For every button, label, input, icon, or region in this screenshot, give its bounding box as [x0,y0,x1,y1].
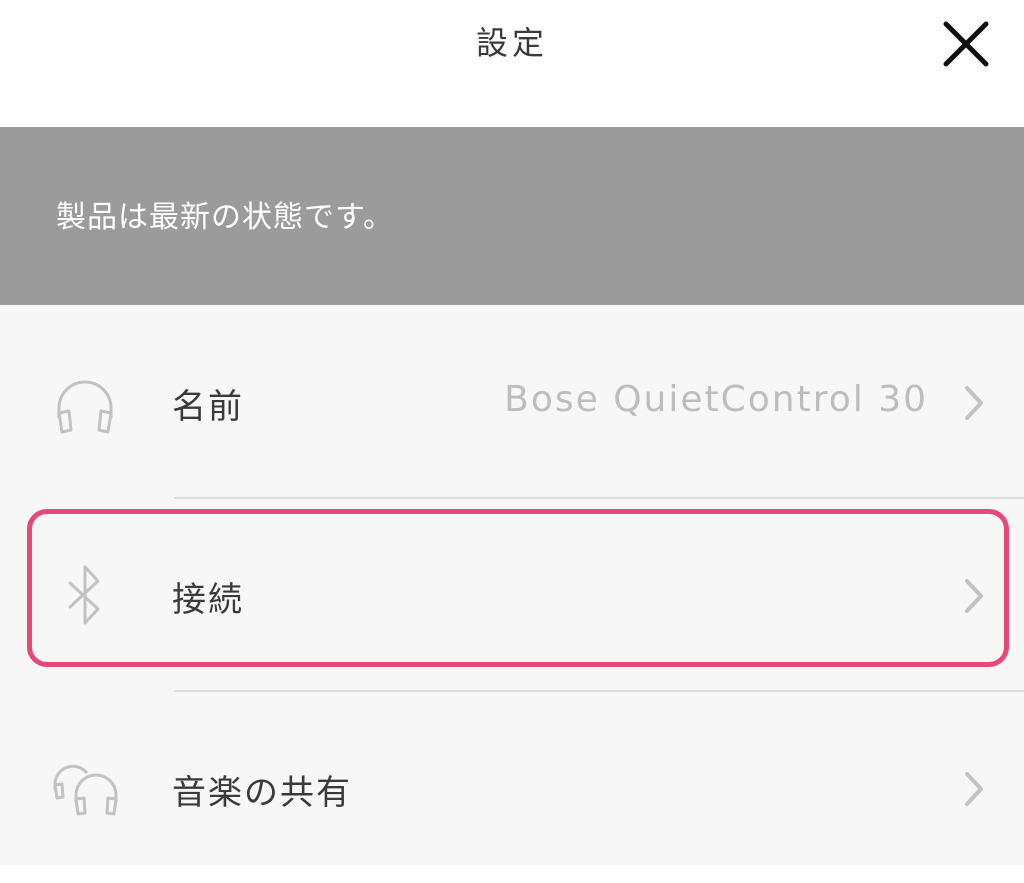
headphones-icon [57,380,113,434]
settings-item-label: 名前 [172,387,244,427]
settings-item-label: 接続 [172,580,244,620]
chevron-right-icon [965,386,983,420]
shared-headphones-icon [53,764,118,816]
header: 設定 [0,0,1024,127]
close-button[interactable] [936,14,996,74]
settings-item-label: 音楽の共有 [172,773,352,813]
page-title: 設定 [475,24,548,62]
settings-item-name[interactable]: 名前 Bose QuietControl 30 [0,305,1024,497]
settings-item-connection[interactable]: 接続 [0,498,1024,690]
status-banner-text: 製品は最新の状態です。 [56,200,394,235]
bluetooth-icon [68,565,100,625]
chevron-right-icon [965,772,983,806]
device-name-value: Bose QuietControl 30 [504,379,928,420]
chevron-right-icon [965,579,983,613]
close-icon [943,21,989,67]
settings-item-music-share[interactable]: 音楽の共有 [0,691,1024,883]
